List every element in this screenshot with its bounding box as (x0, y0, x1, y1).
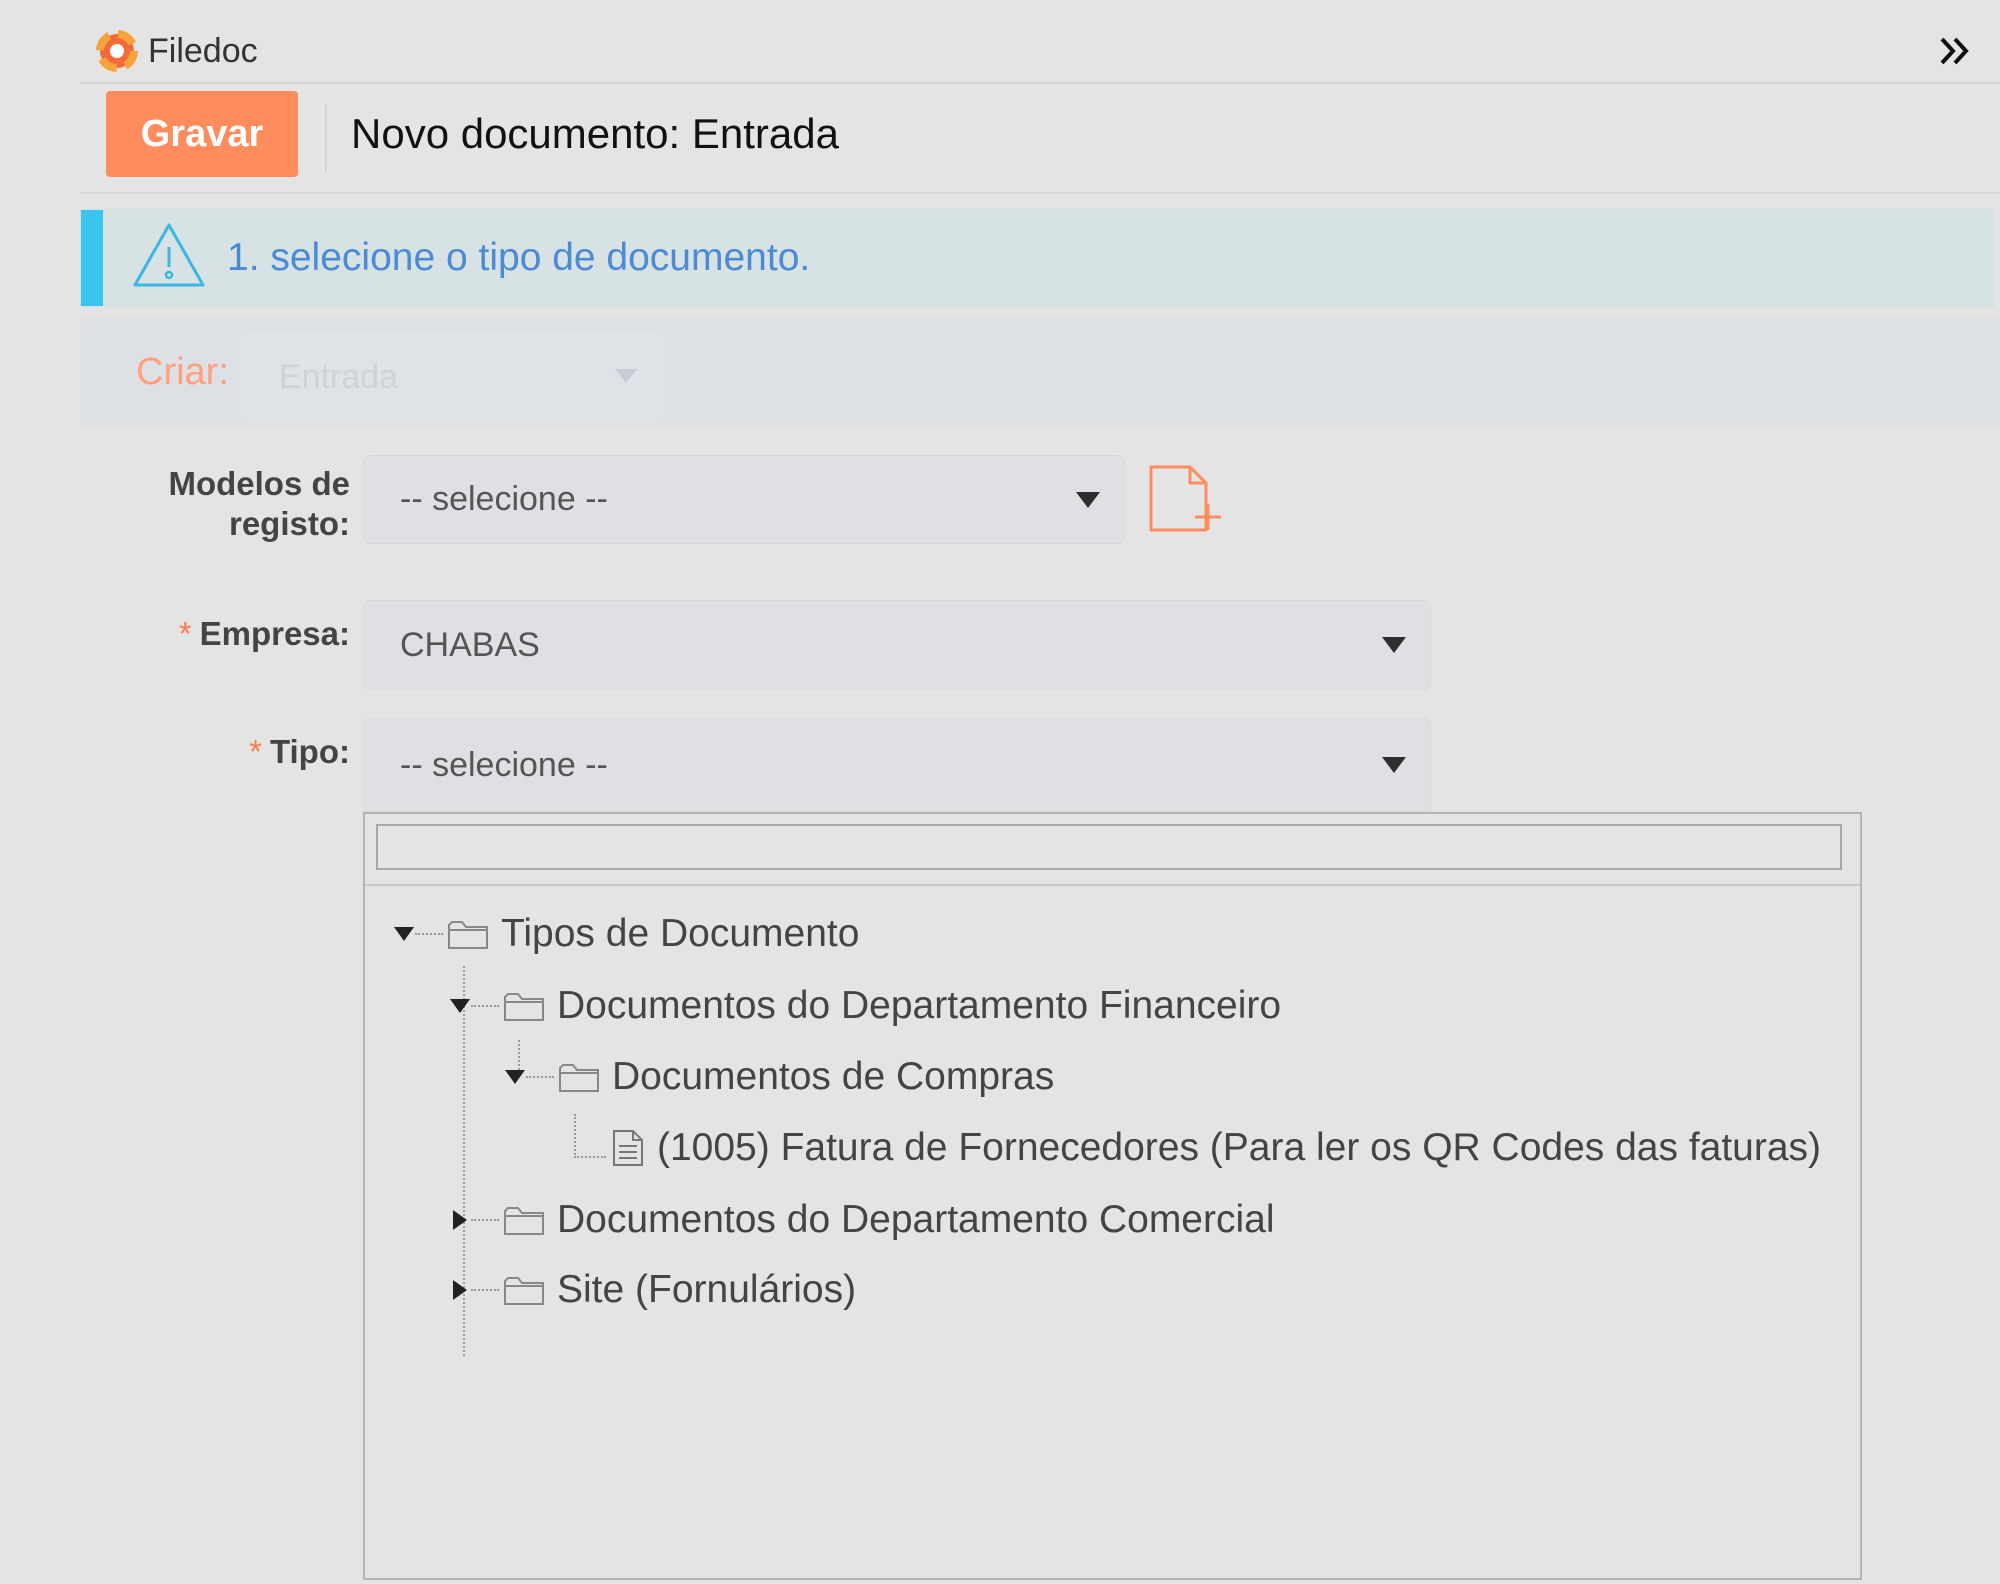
tree-expand-toggle[interactable] (449, 1279, 471, 1301)
templates-select-value: -- selecione -- (400, 480, 608, 518)
tree-connector (471, 1289, 499, 1291)
header-divider (80, 82, 2000, 84)
create-type-value: Entrada (279, 358, 399, 396)
add-document-icon (1149, 465, 1221, 532)
folder-icon (504, 1277, 544, 1305)
tree-item-label: Documentos do Departamento Financeiro (557, 984, 1282, 1027)
alert-accent-bar (81, 210, 103, 306)
type-label: * Tipo: (120, 732, 350, 772)
company-select-value: CHABAS (400, 626, 540, 664)
caret-right-icon (453, 1280, 467, 1300)
alert-message: 1. selecione o tipo de documento. (227, 236, 811, 279)
tree-item-fatura-fornecedores[interactable]: (1005) Fatura de Fornecedores (Para ler … (611, 1118, 1821, 1178)
create-type-row: Criar: Entrada (80, 318, 2000, 426)
warning-triangle-icon (133, 223, 205, 287)
templates-label-line2: registo: (228, 505, 350, 542)
expand-panel-button[interactable] (1932, 28, 1978, 74)
tree-item-label: Documentos do Departamento Comercial (557, 1198, 1275, 1241)
tree-item-label: Site (Fornulários) (557, 1268, 857, 1311)
toolbar-divider (325, 104, 327, 172)
info-alert: 1. selecione o tipo de documento. (80, 209, 1994, 307)
folder-icon (504, 993, 544, 1021)
tree-item-label: Documentos de Compras (612, 1055, 1055, 1098)
create-label: Criar: (136, 351, 229, 393)
caret-down-icon (1382, 757, 1406, 773)
create-type-select: Entrada (240, 332, 664, 422)
tree-item-financeiro[interactable]: Documentos do Departamento Financeiro (449, 976, 1281, 1036)
tree-item-tipos-de-documento[interactable]: Tipos de Documento (393, 904, 859, 964)
tree-expand-toggle[interactable] (504, 1066, 526, 1088)
tree-connector (415, 933, 443, 935)
company-label-text: Empresa: (199, 615, 350, 652)
double-chevron-right-icon (1940, 37, 1969, 65)
app-brand: Filedoc (96, 28, 258, 74)
app-name: Filedoc (148, 31, 258, 70)
tree-item-label: Tipos de Documento (501, 912, 860, 955)
tree-expand-toggle[interactable] (449, 995, 471, 1017)
save-button[interactable]: Gravar (106, 91, 298, 177)
templates-label-line1: Modelos de (168, 465, 350, 502)
tree-connector (574, 1114, 606, 1158)
tree-connector (526, 1076, 554, 1078)
caret-down-icon (1076, 492, 1100, 508)
type-select[interactable]: -- selecione -- (363, 718, 1431, 812)
document-icon (613, 1130, 643, 1166)
page-title: Novo documento: Entrada (351, 110, 839, 157)
tree-item-label: (1005) Fatura de Fornecedores (Para ler … (657, 1126, 1822, 1169)
folder-icon (559, 1064, 599, 1092)
add-template-button[interactable] (1148, 464, 1228, 536)
tree-search-input[interactable] (376, 824, 1842, 870)
tree-connector (471, 1219, 499, 1221)
required-mark: * (249, 733, 262, 770)
type-label-text: Tipo: (269, 733, 350, 770)
company-select[interactable]: CHABAS (363, 600, 1431, 690)
tree-expand-toggle[interactable] (449, 1209, 471, 1231)
caret-down-icon (450, 999, 470, 1013)
tree-item-compras[interactable]: Documentos de Compras (504, 1047, 1054, 1107)
caret-down-icon (505, 1070, 525, 1084)
type-tree-dropdown: Tipos de Documento Documentos do Departa… (363, 812, 1862, 1580)
caret-right-icon (453, 1210, 467, 1230)
templates-label: Modelos de registo: (120, 464, 350, 544)
tree-connector (471, 1005, 499, 1007)
folder-icon (504, 1207, 544, 1235)
type-select-value: -- selecione -- (400, 746, 608, 784)
caret-down-icon (394, 927, 414, 941)
templates-select[interactable]: -- selecione -- (363, 455, 1125, 544)
tree-expand-toggle[interactable] (393, 923, 415, 945)
caret-down-icon (1382, 637, 1406, 653)
tree-search-area (365, 814, 1860, 886)
toolbar-bottom-divider (80, 192, 2000, 194)
tree-item-comercial[interactable]: Documentos do Departamento Comercial (449, 1190, 1275, 1250)
required-mark: * (178, 615, 192, 652)
caret-down-icon (615, 369, 637, 383)
folder-icon (448, 921, 488, 949)
tree-item-site[interactable]: Site (Fornulários) (449, 1260, 856, 1320)
company-label: * Empresa: (120, 614, 350, 654)
filedoc-logo-icon (96, 30, 138, 72)
